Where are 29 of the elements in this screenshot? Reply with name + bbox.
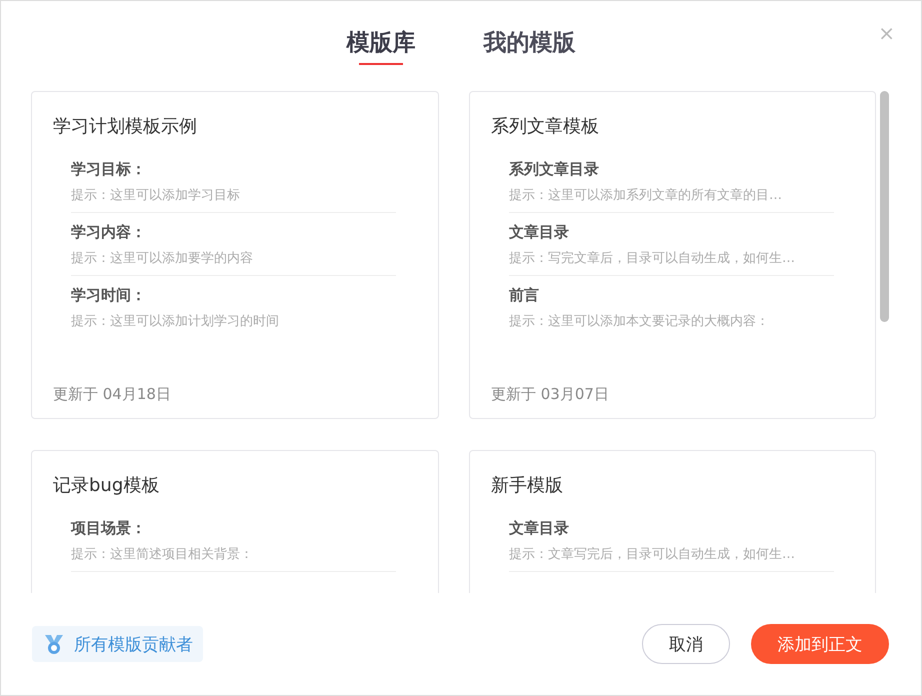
section-heading: 系列文章目录 — [509, 159, 600, 180]
section-hint: 提示：这里可以添加系列文章的所有文章的目… — [509, 187, 783, 205]
section-hint: 提示：文章写完后，目录可以自动生成，如何生… — [509, 546, 796, 564]
scrollbar[interactable] — [880, 91, 889, 322]
template-title: 系列文章模板 — [491, 115, 600, 139]
section-heading: 学习内容： — [71, 222, 147, 243]
section-heading: 学习时间： — [71, 285, 147, 306]
tab[interactable]: 我的模版 — [484, 27, 576, 67]
section-hint: 提示：这里可以添加计划学习的时间 — [71, 313, 280, 331]
section-hint: 提示：这里可以添加本文要记录的大概内容： — [509, 313, 770, 331]
template-card[interactable]: 系列文章模板 系列文章目录 提示：这里可以添加系列文章的所有文章的目… 文章目录 提示：写完文章后，目录可以自动生成，如何生… 前言 提示：这里可以添加本文要记录的大概内容： 更新于 03月07日 — [469, 91, 876, 419]
medal-icon — [42, 632, 66, 656]
section-hint: 提示：写完文章后，目录可以自动生成，如何生… — [509, 250, 796, 268]
cancel-button[interactable]: 取消 — [642, 624, 730, 664]
section-heading: 学习目标： — [71, 159, 147, 180]
updated-date: 更新于 04月18日 — [53, 385, 172, 404]
section-hint: 提示：这里可以添加要学的内容 — [71, 250, 254, 268]
section-hint: 提示：这里简述项目相关背景： — [71, 546, 254, 564]
section-heading: 文章目录 — [509, 518, 570, 539]
updated-date: 更新于 03月07日 — [491, 385, 610, 404]
section-heading: 项目场景： — [71, 518, 147, 539]
section-hint: 提示：这里可以添加学习目标 — [71, 187, 241, 205]
section-heading: 文章目录 — [509, 222, 570, 243]
template-title: 新手模版 — [491, 474, 564, 498]
section-heading: 前言 — [509, 285, 540, 306]
template-card[interactable]: 学习计划模板示例 学习目标： 提示：这里可以添加学习目标 学习内容： 提示：这里可以添加要学的内容 学习时间： 提示：这里可以添加计划学习的时间 更新于 04月18日 — [31, 91, 439, 419]
tab[interactable]: 模版库 — [346, 27, 416, 67]
template-title: 学习计划模板示例 — [53, 115, 198, 139]
template-title: 记录bug模板 — [53, 474, 160, 498]
